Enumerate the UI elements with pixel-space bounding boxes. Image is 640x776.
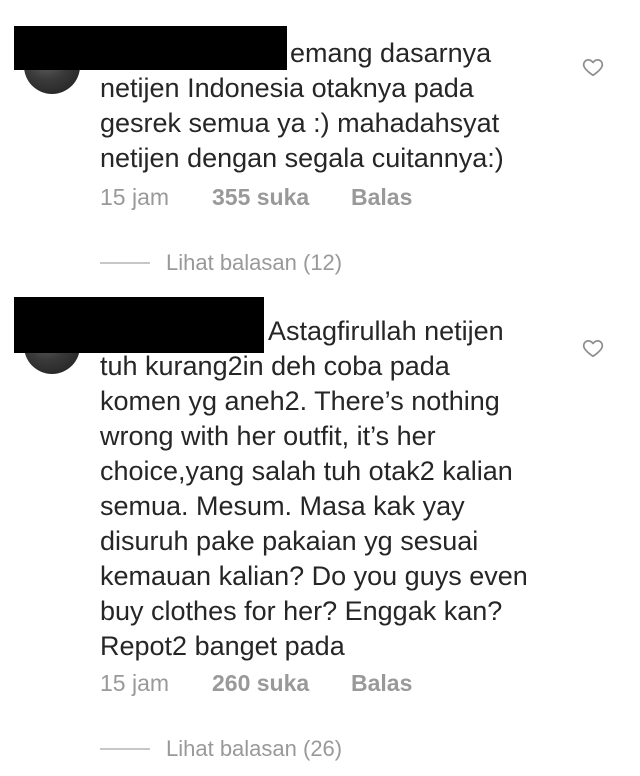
view-replies-button[interactable]: Lihat balasan (12): [100, 250, 342, 276]
like-count[interactable]: 355 suka: [212, 184, 351, 211]
heart-outline-icon[interactable]: [582, 56, 604, 78]
replies-divider: [100, 748, 150, 750]
timestamp: 15 jam: [100, 184, 170, 210]
comment-line: netijen Indonesia otaknya pada: [100, 73, 474, 103]
heart-outline-icon[interactable]: [582, 337, 604, 359]
comment-line: komen yg aneh2. There’s nothing: [100, 386, 500, 416]
comment-line: tuh kurang2in deh coba pada: [100, 351, 450, 381]
comment-line: emang dasarnya: [290, 38, 492, 68]
comment-line: gesrek semua ya :) mahadahsyat: [100, 108, 500, 138]
comment-text: Astagfirullah netijen tuh kurang2in deh …: [100, 314, 570, 664]
view-replies-button[interactable]: Lihat balasan (26): [100, 736, 342, 762]
comment-meta: 15 jam 260 suka Balas: [100, 670, 412, 697]
comment-line: semua. Mesum. Masa kak yay: [100, 491, 465, 521]
replies-divider: [100, 262, 150, 264]
comment-meta: 15 jam 355 suka Balas: [100, 184, 412, 211]
comment-line: netijen dengan segala cuitannya:): [100, 143, 504, 173]
comment-line: wrong with her outfit, it’s her: [100, 421, 436, 451]
comment-line: buy clothes for her? Enggak kan?: [100, 596, 503, 626]
like-count[interactable]: 260 suka: [212, 670, 351, 697]
comment-line: choice,yang salah tuh otak2 kalian: [100, 456, 513, 486]
reply-button[interactable]: Balas: [351, 670, 412, 697]
comment-line: disuruh pake pakaian yg sesuai: [100, 526, 479, 556]
comment-line: Astagfirullah netijen: [268, 316, 504, 346]
comment-line: kemauan kalian? Do you guys even: [100, 561, 528, 591]
view-replies-label: Lihat balasan (26): [166, 736, 343, 761]
view-replies-label: Lihat balasan (12): [166, 250, 343, 275]
comment-line: Repot2 banget pada: [100, 631, 345, 661]
comment-text: emang dasarnya netijen Indonesia otaknya…: [100, 36, 570, 176]
timestamp: 15 jam: [100, 670, 170, 696]
reply-button[interactable]: Balas: [351, 184, 412, 211]
